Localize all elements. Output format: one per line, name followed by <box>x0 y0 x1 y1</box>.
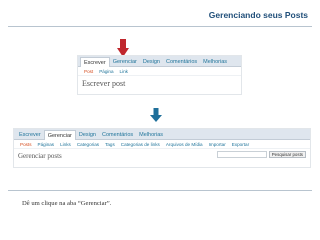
subnav-categorias[interactable]: Categorias <box>74 142 102 147</box>
subnav-tags[interactable]: Tags <box>102 142 118 147</box>
subnav-links[interactable]: Links <box>57 142 74 147</box>
subnav-exportar[interactable]: Exportar <box>229 142 252 147</box>
search-posts-button[interactable]: Pesquisar posts <box>268 151 306 158</box>
subnav-importar[interactable]: Importar <box>206 142 229 147</box>
sub-navigation: Post Página Link <box>78 67 241 76</box>
tab-escrever[interactable]: Escrever <box>80 57 110 67</box>
subnav-post[interactable]: Post <box>81 69 96 74</box>
tab-comentarios[interactable]: Comentários <box>99 130 136 139</box>
search-box: Pesquisar posts <box>216 151 306 158</box>
divider <box>8 26 312 27</box>
slide-caption: Dê um clique na aba “Gerenciar”. <box>22 200 112 207</box>
subnav-arquivos-de-midia[interactable]: Arquivos de Mídia <box>163 142 206 147</box>
tab-melhorias[interactable]: Melhorias <box>136 130 166 139</box>
tab-design[interactable]: Design <box>76 130 99 139</box>
tab-design[interactable]: Design <box>140 57 163 66</box>
subnav-paginas[interactable]: Páginas <box>35 142 58 147</box>
tab-escrever[interactable]: Escrever <box>16 130 44 139</box>
divider <box>8 190 312 191</box>
subnav-pagina[interactable]: Página <box>96 69 116 74</box>
tab-melhorias[interactable]: Melhorias <box>200 57 230 66</box>
sub-navigation: Posts Páginas Links Categorias Tags Cate… <box>14 140 310 149</box>
page-heading: Escrever post <box>82 79 126 88</box>
subnav-posts[interactable]: Posts <box>17 142 35 147</box>
arrow-down-icon <box>150 108 162 122</box>
tab-comentarios[interactable]: Comentários <box>163 57 200 66</box>
search-input[interactable] <box>216 151 267 158</box>
tab-gerenciar[interactable]: Gerenciar <box>43 130 76 140</box>
subnav-link[interactable]: Link <box>117 69 131 74</box>
tab-bar: Escrever Gerenciar Design Comentários Me… <box>14 129 310 140</box>
subnav-categorias-de-links[interactable]: Categorias de links <box>118 142 163 147</box>
tab-gerenciar[interactable]: Gerenciar <box>110 57 140 66</box>
write-post-panel: Escrever Gerenciar Design Comentários Me… <box>77 55 242 95</box>
slide-title: Gerenciando seus Posts <box>208 10 308 20</box>
manage-posts-panel: Escrever Gerenciar Design Comentários Me… <box>13 128 311 168</box>
tab-bar: Escrever Gerenciar Design Comentários Me… <box>78 56 241 67</box>
